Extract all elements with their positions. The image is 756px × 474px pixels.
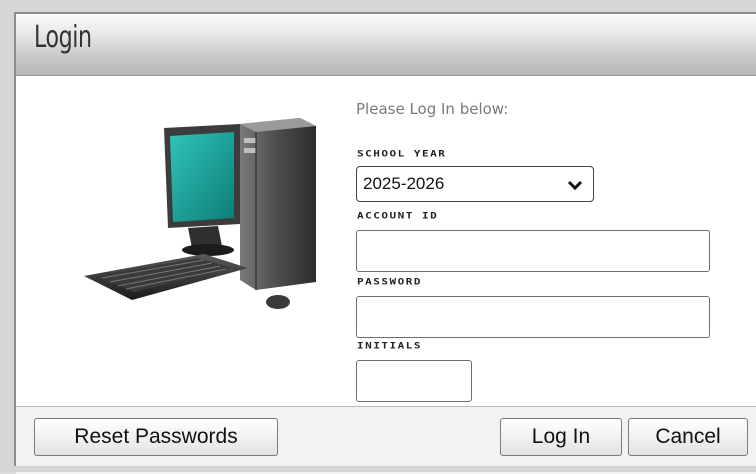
desktop-computer-icon (84, 118, 316, 309)
initials-label: INITIALS (357, 340, 422, 351)
log-in-button[interactable]: Log In (500, 418, 622, 456)
account-id-label: ACCOUNT ID (357, 210, 439, 221)
school-year-label: SCHOOL YEAR (357, 148, 447, 159)
reset-passwords-button[interactable]: Reset Passwords (34, 418, 278, 456)
app-frame: Login Please Log In below: SCHOOL YEAR 2… (0, 0, 756, 474)
cancel-button[interactable]: Cancel (628, 418, 748, 456)
password-label: PASSWORD (357, 276, 422, 287)
dialog-title-bar: Login (16, 14, 756, 76)
login-body: Please Log In below: SCHOOL YEAR 2025-20… (16, 76, 756, 406)
dialog-footer: Reset Passwords Log In Cancel (16, 406, 756, 474)
account-id-input[interactable] (356, 230, 710, 272)
password-input[interactable] (356, 296, 710, 338)
initials-input[interactable] (356, 360, 472, 402)
dialog-title: Login (34, 20, 92, 55)
school-year-select[interactable]: 2025-2026 (356, 166, 594, 202)
school-year-selected-value: 2025-2026 (363, 174, 445, 193)
login-prompt: Please Log In below: (356, 100, 509, 118)
frame-bottom-edge (0, 466, 756, 472)
chevron-down-icon (567, 180, 583, 191)
login-dialog: Login Please Log In below: SCHOOL YEAR 2… (14, 12, 756, 474)
